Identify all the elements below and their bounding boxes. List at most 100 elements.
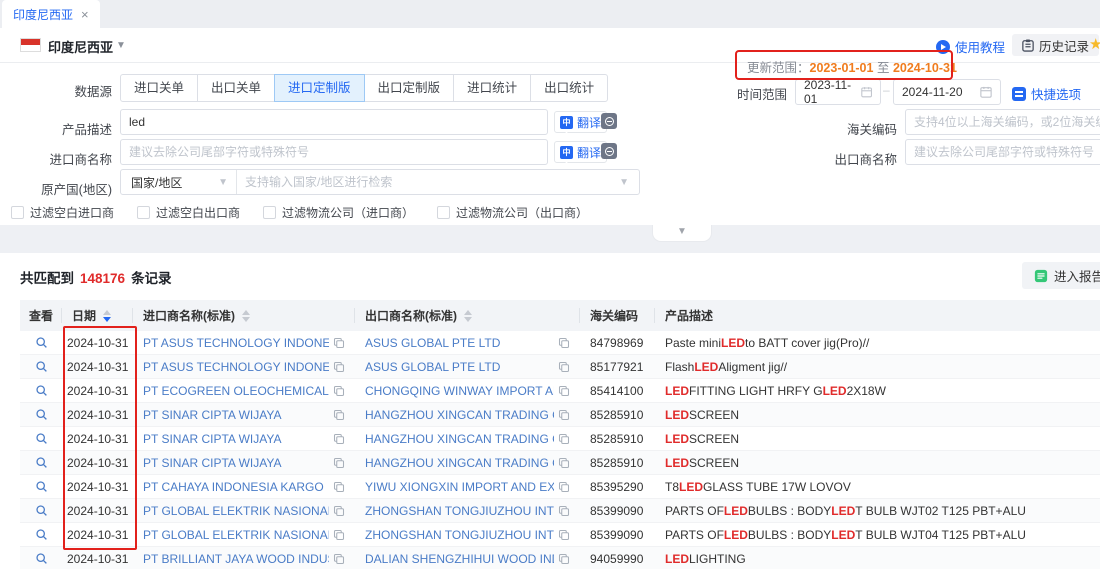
exporter-link[interactable]: HANGZHOU XINGCAN TRADING CO LTD [365, 456, 554, 470]
filter-checkbox-3[interactable]: 过滤物流公司（进口商） [263, 204, 414, 221]
importer-link[interactable]: PT ASUS TECHNOLOGY INDONESIA BA... [143, 360, 329, 374]
copy-icon[interactable] [558, 337, 570, 349]
view-detail-magnifier-icon[interactable] [35, 480, 48, 493]
date-cell: 2024-10-31 [62, 475, 133, 498]
importer-link[interactable]: PT CAHAYA INDONESIA KARGO [143, 480, 329, 494]
filter-checkbox-1[interactable]: 过滤空白进口商 [11, 204, 114, 221]
tutorial-link[interactable]: 使用教程 [936, 37, 1005, 56]
copy-icon[interactable] [333, 553, 345, 565]
copy-icon[interactable] [558, 385, 570, 397]
copy-icon[interactable] [333, 409, 345, 421]
view-detail-magnifier-icon[interactable] [35, 360, 48, 373]
origin-country-select[interactable]: 国家/地区 ▼ [121, 170, 237, 194]
exporter-link[interactable]: ZHONGSHAN TONGJIUZHOU INTERNA... [365, 528, 554, 542]
copy-icon[interactable] [558, 553, 570, 565]
exporter-link[interactable]: ASUS GLOBAL PTE LTD [365, 336, 554, 350]
enter-report-button[interactable]: 进入报告 [1022, 262, 1100, 289]
sort-carets-icon[interactable] [103, 310, 111, 322]
exact-match-icon[interactable] [601, 113, 617, 129]
exporter-name-label: 出口商名称 [802, 149, 897, 168]
importer-link[interactable]: PT BRILLIANT JAYA WOOD INDUSTRY [143, 552, 329, 566]
exporter-link[interactable]: ZHONGSHAN TONGJIUZHOU INTERNA... [365, 504, 554, 518]
importer-cell: PT ASUS TECHNOLOGY INDONESIA BA... [133, 331, 355, 354]
copy-icon[interactable] [333, 481, 345, 493]
history-button[interactable]: 历史记录 [1012, 34, 1099, 56]
copy-icon[interactable] [558, 457, 570, 469]
column-header-4[interactable]: 出口商名称(标准) [355, 300, 580, 331]
checkbox-icon[interactable] [263, 206, 276, 219]
origin-country-input[interactable] [237, 175, 619, 189]
translate-button[interactable]: 中A 翻译 [554, 141, 607, 163]
view-detail-magnifier-icon[interactable] [35, 504, 48, 517]
data-source-tab-3[interactable]: 进口定制版 [274, 74, 365, 102]
view-detail-magnifier-icon[interactable] [35, 456, 48, 469]
copy-icon[interactable] [333, 385, 345, 397]
importer-link[interactable]: PT GLOBAL ELEKTRIK NASIONAL [143, 504, 329, 518]
importer-link[interactable]: PT ASUS TECHNOLOGY INDONESIA BA... [143, 336, 329, 350]
product-desc-input[interactable] [120, 109, 548, 135]
exporter-link[interactable]: CHONGQING WINWAY IMPORT AND E... [365, 384, 554, 398]
copy-icon[interactable] [333, 337, 345, 349]
copy-icon[interactable] [333, 505, 345, 517]
copy-icon[interactable] [558, 433, 570, 445]
hs-code-input[interactable] [905, 109, 1100, 135]
copy-icon[interactable] [558, 361, 570, 373]
hs-code-cell: 84798969 [580, 331, 655, 354]
importer-name-input[interactable] [120, 139, 548, 165]
copy-icon[interactable] [558, 505, 570, 517]
filter-checkbox-2[interactable]: 过滤空白出口商 [137, 204, 240, 221]
data-source-tab-1[interactable]: 进口关单 [120, 74, 198, 102]
checkbox-icon[interactable] [437, 206, 450, 219]
importer-link[interactable]: PT SINAR CIPTA WIJAYA [143, 432, 329, 446]
exporter-link[interactable]: HANGZHOU XINGCAN TRADING CO LTD [365, 408, 554, 422]
start-date-input[interactable]: 2023-11-01 [795, 79, 881, 105]
column-header-2[interactable]: 日期 [62, 300, 133, 331]
exporter-link[interactable]: HANGZHOU XINGCAN TRADING CO LTD [365, 432, 554, 446]
data-source-tab-2[interactable]: 出口关单 [197, 74, 275, 102]
exporter-link[interactable]: DALIAN SHENGZHIHUI WOOD INDUST... [365, 552, 554, 566]
filter-checkbox-4[interactable]: 过滤物流公司（出口商） [437, 204, 588, 221]
copy-icon[interactable] [558, 481, 570, 493]
favorite-star-icon[interactable]: ★ [1089, 35, 1100, 53]
data-source-tab-4[interactable]: 出口定制版 [364, 74, 455, 102]
product-desc-cell: LED SCREEN [655, 403, 1100, 426]
column-header-3[interactable]: 进口商名称(标准) [133, 300, 355, 331]
data-source-tab-5[interactable]: 进口统计 [453, 74, 531, 102]
importer-link[interactable]: PT SINAR CIPTA WIJAYA [143, 456, 329, 470]
translate-button[interactable]: 中A 翻译 [554, 111, 607, 133]
checkbox-icon[interactable] [137, 206, 150, 219]
collapse-panel-button[interactable]: ▼ [652, 225, 712, 242]
copy-icon[interactable] [333, 433, 345, 445]
view-detail-magnifier-icon[interactable] [35, 408, 48, 421]
copy-icon[interactable] [558, 529, 570, 541]
checkbox-icon[interactable] [11, 206, 24, 219]
country-tab[interactable]: 印度尼西亚 × [2, 0, 100, 28]
exporter-link[interactable]: YIWU XIONGXIN IMPORT AND EXPORT... [365, 480, 554, 494]
view-detail-magnifier-icon[interactable] [35, 432, 48, 445]
copy-icon[interactable] [333, 529, 345, 541]
view-detail-magnifier-icon[interactable] [35, 336, 48, 349]
sort-carets-icon[interactable] [464, 310, 472, 322]
sort-carets-icon[interactable] [242, 310, 250, 322]
country-selector[interactable]: 印度尼西亚 [48, 37, 113, 56]
exporter-name-input[interactable] [905, 139, 1100, 165]
checkbox-label: 过滤物流公司（进口商） [282, 204, 414, 221]
copy-icon[interactable] [558, 409, 570, 421]
copy-icon[interactable] [333, 457, 345, 469]
view-detail-magnifier-icon[interactable] [35, 528, 48, 541]
end-date-input[interactable]: 2024-11-20 [893, 79, 1001, 105]
chevron-down-icon[interactable]: ▼ [116, 40, 126, 51]
view-detail-magnifier-icon[interactable] [35, 552, 48, 565]
product-desc-label: 产品描述 [17, 119, 112, 138]
quick-options-link[interactable]: 快捷选项 [1012, 84, 1081, 103]
date-cell: 2024-10-31 [62, 547, 133, 569]
exact-match-icon[interactable] [601, 143, 617, 159]
close-icon[interactable]: × [81, 8, 89, 21]
copy-icon[interactable] [333, 361, 345, 373]
importer-link[interactable]: PT ECOGREEN OLEOCHEMICALS [143, 384, 329, 398]
importer-link[interactable]: PT GLOBAL ELEKTRIK NASIONAL [143, 528, 329, 542]
exporter-link[interactable]: ASUS GLOBAL PTE LTD [365, 360, 554, 374]
data-source-tab-6[interactable]: 出口统计 [530, 74, 608, 102]
importer-link[interactable]: PT SINAR CIPTA WIJAYA [143, 408, 329, 422]
view-detail-magnifier-icon[interactable] [35, 384, 48, 397]
